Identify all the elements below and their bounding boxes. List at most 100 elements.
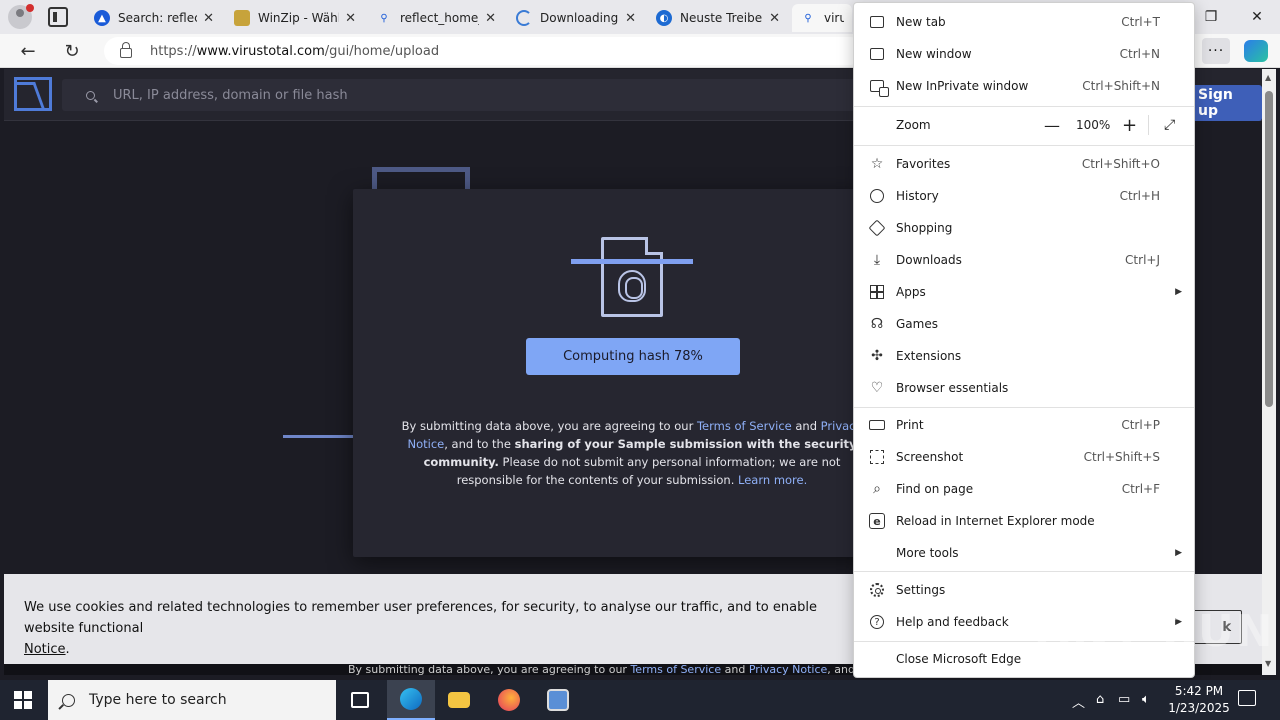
task-view-icon[interactable] — [336, 680, 384, 720]
url-path: /gui/home/upload — [324, 43, 440, 59]
terms-of-service-link[interactable]: Terms of Service — [697, 419, 792, 433]
tab-actions-icon[interactable] — [48, 7, 68, 27]
zoom-level: 100% — [1076, 118, 1111, 132]
tab-downloading[interactable]: Downloading ✕ — [508, 4, 644, 32]
clock-time: 5:42 PM — [1174, 684, 1224, 698]
footer-terms-link[interactable]: Terms of Service — [630, 664, 721, 675]
search-icon: ⚲ — [380, 12, 388, 24]
tab-virustotal[interactable]: ⚲ virust — [792, 4, 852, 32]
footer-text: By submitting data above, you are agreei… — [348, 664, 631, 675]
notification-dot — [26, 4, 34, 12]
vt-search-box[interactable] — [62, 79, 862, 111]
zoom-in-button[interactable]: + — [1122, 115, 1137, 136]
refresh-icon[interactable]: ↻ — [60, 39, 84, 63]
fingerprint-icon — [618, 270, 646, 302]
fingerprint-file-icon — [601, 237, 663, 317]
system-clock[interactable]: 5:42 PM 1/23/2025 — [1164, 683, 1234, 717]
cookie-notice-link[interactable]: Notice — [24, 642, 66, 657]
scrollbar-thumb[interactable] — [1265, 91, 1273, 407]
background-divider — [283, 435, 355, 438]
menu-item-find-on-page[interactable]: ⌕ Find on page Ctrl+F — [854, 473, 1194, 505]
terms-notice: By submitting data above, you are agreei… — [397, 417, 867, 489]
close-icon[interactable]: ✕ — [625, 11, 636, 26]
close-icon[interactable]: ✕ — [769, 11, 780, 26]
menu-separator — [854, 571, 1194, 572]
terms-text: By submitting data above, you are agreei… — [401, 419, 697, 433]
upload-progress-dialog: Computing hash 78% By submitting data ab… — [353, 189, 873, 557]
copilot-icon[interactable] — [1244, 40, 1268, 62]
volume-icon[interactable]: 🔈︎ — [1142, 692, 1150, 707]
menu-item-games[interactable]: ☊ Games — [854, 308, 1194, 340]
puzzle-icon: ✣ — [871, 348, 883, 364]
menu-item-extensions[interactable]: ✣ Extensions — [854, 340, 1194, 372]
tab-search-reflect[interactable]: ▲ Search: reflect ✕ — [86, 4, 222, 32]
search-icon — [62, 693, 75, 707]
tab-reflect-home[interactable]: ⚲ reflect_home_ ✕ — [368, 4, 504, 32]
taskbar-search-box[interactable]: Type here to search — [48, 680, 336, 720]
menu-item-reload-ie-mode[interactable]: e Reload in Internet Explorer mode — [854, 505, 1194, 537]
menu-item-new-tab[interactable]: New tab Ctrl+T — [854, 6, 1194, 38]
reflect-search-icon: ▲ — [94, 10, 110, 26]
back-icon[interactable]: ← — [16, 39, 40, 63]
tag-icon — [868, 219, 886, 237]
virustotal-logo-icon[interactable] — [14, 77, 52, 111]
ie-icon: e — [868, 512, 886, 530]
help-icon: ? — [868, 613, 886, 631]
tray-chevron-icon[interactable]: ︿ — [1072, 692, 1085, 711]
settings-and-more-button[interactable]: ··· — [1202, 38, 1230, 64]
menu-item-more-tools[interactable]: More tools ▶ — [854, 537, 1194, 569]
menu-item-settings[interactable]: Settings — [854, 574, 1194, 606]
menu-item-print[interactable]: Print Ctrl+P — [854, 409, 1194, 441]
lock-icon — [120, 42, 132, 58]
file-explorer-icon[interactable] — [435, 680, 483, 720]
menu-item-favorites[interactable]: ☆ Favorites Ctrl+Shift+O — [854, 148, 1194, 180]
close-icon[interactable]: ✕ — [203, 11, 214, 26]
menu-item-new-inprivate-window[interactable]: New InPrivate window Ctrl+Shift+N — [854, 70, 1194, 102]
computing-hash-button[interactable]: Computing hash 78% — [526, 338, 740, 375]
scroll-up-icon[interactable]: ▲ — [1265, 73, 1271, 82]
terms-text: and — [791, 419, 821, 433]
tab-neuste-treiber[interactable]: ◐ Neuste Treiber ✕ — [648, 4, 788, 32]
tab-winzip[interactable]: WinZip - Wähl ✕ — [226, 4, 364, 32]
scan-line — [571, 259, 693, 264]
url-prefix: https:// — [150, 43, 197, 59]
page-scrollbar[interactable]: ▲ ▼ — [1262, 69, 1276, 675]
cookie-text: We use cookies and related technologies … — [24, 597, 854, 660]
address-bar[interactable]: https://www.virustotal.com/gui/home/uplo… — [104, 37, 864, 65]
footer-privacy-link[interactable]: Privacy Notice — [749, 664, 827, 675]
close-icon[interactable]: ✕ — [485, 11, 496, 26]
menu-item-history[interactable]: History Ctrl+H — [854, 180, 1194, 212]
tray-device-icon[interactable]: ⌂ — [1096, 692, 1104, 707]
menu-item-shopping[interactable]: Shopping — [854, 212, 1194, 244]
menu-item-zoom: Zoom — 100% + ⤢ — [896, 114, 1176, 136]
fullscreen-icon[interactable]: ⤢ — [1164, 117, 1175, 133]
submenu-arrow-icon: ▶ — [1175, 548, 1182, 558]
installer-app-icon[interactable] — [534, 680, 582, 720]
notifications-icon[interactable] — [1238, 690, 1256, 706]
learn-more-link[interactable]: Learn more. — [738, 473, 807, 487]
close-window-icon[interactable]: ✕ — [1234, 4, 1280, 30]
profile-avatar[interactable] — [8, 4, 34, 29]
sign-up-button[interactable]: Sign up — [1190, 85, 1262, 121]
network-icon[interactable]: ▭ — [1118, 692, 1130, 707]
edge-taskbar-icon[interactable] — [387, 680, 435, 720]
search-icon — [86, 90, 95, 100]
menu-item-downloads[interactable]: ⤓ Downloads Ctrl+J — [854, 244, 1194, 276]
search-icon: ⚲ — [804, 12, 812, 24]
zoom-out-button[interactable]: — — [1044, 116, 1060, 135]
menu-item-new-window[interactable]: New window Ctrl+N — [854, 38, 1194, 70]
gear-icon — [868, 581, 886, 599]
download-icon: ⤓ — [873, 252, 881, 268]
windows-start-icon[interactable] — [14, 691, 32, 709]
cookie-message: We use cookies and related technologies … — [24, 600, 817, 636]
star-icon: ☆ — [870, 156, 884, 172]
terms-text: , and to the — [444, 437, 515, 451]
menu-item-apps[interactable]: Apps ▶ — [854, 276, 1194, 308]
menu-item-browser-essentials[interactable]: ♡ Browser essentials — [854, 372, 1194, 404]
firefox-icon[interactable] — [485, 680, 533, 720]
menu-item-screenshot[interactable]: Screenshot Ctrl+Shift+S — [854, 441, 1194, 473]
zoom-divider — [1148, 115, 1149, 135]
scroll-down-icon[interactable]: ▼ — [1265, 659, 1271, 668]
vt-search-input[interactable] — [113, 87, 813, 103]
close-icon[interactable]: ✕ — [345, 11, 356, 26]
